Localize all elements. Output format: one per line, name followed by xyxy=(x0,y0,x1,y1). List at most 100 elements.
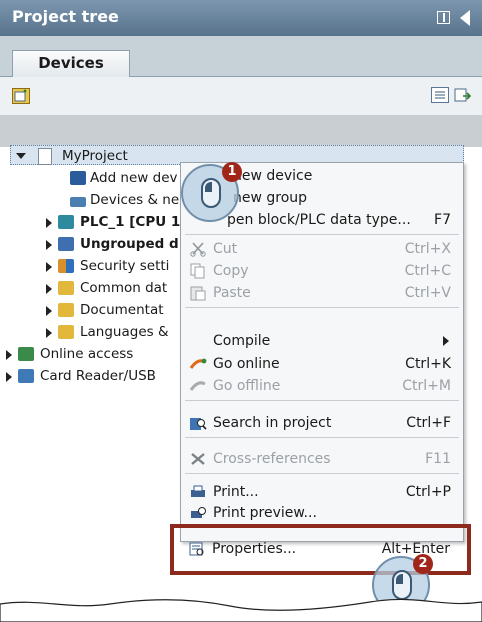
tree-item-documentation[interactable]: Documentat xyxy=(14,299,184,321)
menu-item-print[interactable]: Print... Ctrl+P xyxy=(181,481,463,503)
tree-item-add-new-device[interactable]: Add new dev xyxy=(14,167,184,189)
new-item-icon[interactable] xyxy=(12,88,30,104)
menu-item-label: pen block/PLC data type... xyxy=(227,212,411,228)
tree-toolbar xyxy=(0,77,482,115)
menu-item-shortcut: F7 xyxy=(434,212,451,228)
menu-item-label: new device xyxy=(233,168,313,184)
tree-item-ungrouped[interactable]: Ungrouped d xyxy=(14,233,184,255)
tab-strip: Devices xyxy=(0,36,482,77)
menu-item-label: Paste xyxy=(213,285,251,301)
tree-item-online-access[interactable]: Online access xyxy=(4,343,184,365)
tree-item-devices-networks[interactable]: Devices & ne xyxy=(14,189,184,211)
menu-item-label: Cut xyxy=(213,241,238,257)
maximize-icon[interactable] xyxy=(437,11,450,24)
menu-separator xyxy=(185,400,459,401)
tree-item-label: Documentat xyxy=(80,302,164,318)
export-icon[interactable] xyxy=(454,87,472,103)
tree-item-label: Ungrouped d xyxy=(80,236,179,252)
tree-item-label: Languages & xyxy=(80,324,169,340)
card-reader-icon xyxy=(18,369,34,383)
expand-arrow-icon[interactable] xyxy=(46,240,52,250)
submenu-arrow-icon xyxy=(443,336,449,346)
menu-item-label: Print preview... xyxy=(213,505,317,521)
torn-edge xyxy=(0,598,482,622)
menu-item-label: Compile xyxy=(213,333,271,349)
expand-arrow-icon[interactable] xyxy=(6,350,12,360)
network-icon xyxy=(70,197,86,207)
menu-item-compile[interactable]: Compile xyxy=(181,330,463,352)
panel-title-bar: Project tree xyxy=(0,0,482,36)
tree-item-label: Devices & ne xyxy=(90,192,180,208)
project-tree-panel: Project tree Devices MyProject Add new d… xyxy=(0,0,482,622)
cross-references-icon xyxy=(189,451,207,467)
toolbar-separator xyxy=(0,115,482,147)
ungrouped-devices-icon xyxy=(58,237,74,251)
menu-item-label: Go online xyxy=(213,356,280,372)
menu-item-cut[interactable]: Cut Ctrl+X xyxy=(181,238,463,260)
expand-arrow-icon[interactable] xyxy=(16,153,26,159)
tree-item-label: Add new dev xyxy=(90,170,178,186)
menu-item-label: new group xyxy=(233,190,308,206)
folder-common-data-icon xyxy=(58,281,74,295)
menu-item-paste[interactable]: Paste Ctrl+V xyxy=(181,282,463,304)
menu-item-print-preview[interactable]: Print preview... xyxy=(181,502,463,524)
menu-separator xyxy=(185,473,459,474)
expand-arrow-icon[interactable] xyxy=(46,262,52,272)
tree-item-languages[interactable]: Languages & xyxy=(14,321,184,343)
copy-icon xyxy=(189,263,207,279)
expand-arrow-icon[interactable] xyxy=(46,218,52,228)
tree-item-label: Security setti xyxy=(80,258,170,274)
menu-item-shortcut: Ctrl+K xyxy=(405,356,451,372)
folder-languages-icon xyxy=(58,325,74,339)
expand-arrow-icon[interactable] xyxy=(6,372,12,382)
menu-item-label: Print... xyxy=(213,484,259,500)
details-view-icon[interactable] xyxy=(431,87,449,103)
plc-icon xyxy=(58,215,74,229)
menu-item-go-offline[interactable]: Go offline Ctrl+M xyxy=(181,375,463,397)
menu-item-shortcut: Ctrl+V xyxy=(404,285,451,301)
step-badge-1: 1 xyxy=(222,162,242,182)
menu-item-shortcut: Ctrl+P xyxy=(405,484,451,500)
tree-item-label: Online access xyxy=(40,346,134,362)
collapse-left-icon[interactable] xyxy=(460,10,470,26)
search-project-icon xyxy=(189,415,207,431)
expand-arrow-icon[interactable] xyxy=(46,306,52,316)
tree-item-security-settings[interactable]: Security setti xyxy=(14,255,184,277)
menu-item-label: Copy xyxy=(213,263,249,279)
panel-title: Project tree xyxy=(12,7,119,26)
menu-item-go-online[interactable]: Go online Ctrl+K xyxy=(181,353,463,375)
menu-separator xyxy=(185,437,459,438)
menu-item-label: Cross-references xyxy=(213,451,331,467)
menu-item-cross-references[interactable]: Cross-references F11 xyxy=(181,448,463,470)
add-device-icon xyxy=(70,171,86,185)
project-icon xyxy=(38,148,52,165)
menu-item-search-in-project[interactable]: Search in project Ctrl+F xyxy=(181,412,463,434)
online-access-icon xyxy=(18,347,34,361)
step-badge-2: 2 xyxy=(413,554,433,574)
menu-item-shortcut: F11 xyxy=(425,451,451,467)
menu-item-label: Go offline xyxy=(213,378,281,394)
tree-item-label: Card Reader/USB xyxy=(40,368,156,384)
tree-item-label: MyProject xyxy=(62,148,128,164)
tab-devices[interactable]: Devices xyxy=(12,50,130,77)
tree-item-label: Common dat xyxy=(80,280,168,296)
menu-item-label: Search in project xyxy=(213,415,332,431)
menu-item-copy[interactable]: Copy Ctrl+C xyxy=(181,260,463,282)
menu-item-shortcut: Ctrl+X xyxy=(404,241,451,257)
paste-icon xyxy=(189,285,207,301)
tree-item-common-data[interactable]: Common dat xyxy=(14,277,184,299)
scissors-icon xyxy=(189,241,207,257)
tree-item-label: PLC_1 [CPU 1 xyxy=(80,214,181,230)
tree-item-card-reader[interactable]: Card Reader/USB xyxy=(4,365,184,387)
printer-icon xyxy=(189,484,207,500)
security-icon xyxy=(58,259,74,273)
go-offline-icon xyxy=(189,378,207,394)
folder-documentation-icon xyxy=(58,303,74,317)
menu-item-shortcut: Ctrl+F xyxy=(406,415,451,431)
print-preview-icon xyxy=(189,505,207,521)
expand-arrow-icon[interactable] xyxy=(46,328,52,338)
menu-separator xyxy=(185,307,459,308)
expand-arrow-icon[interactable] xyxy=(46,284,52,294)
menu-separator xyxy=(185,234,459,235)
tree-item-plc[interactable]: PLC_1 [CPU 1 xyxy=(14,211,184,233)
